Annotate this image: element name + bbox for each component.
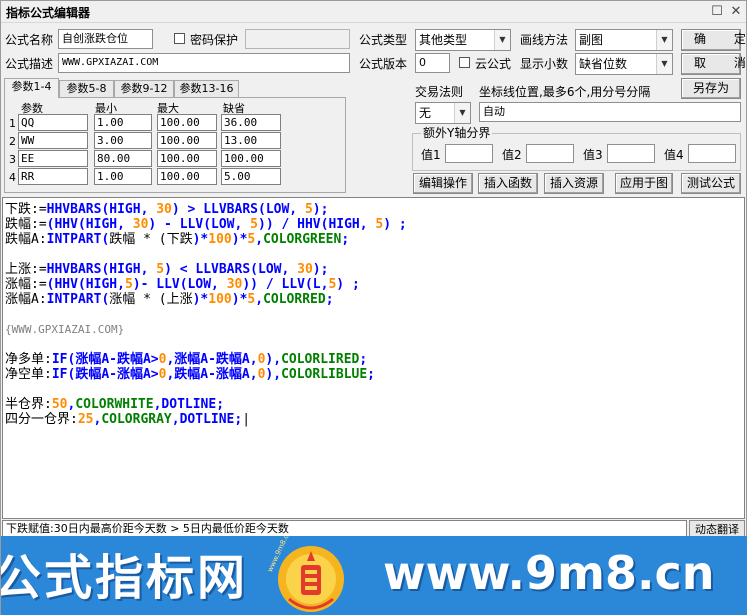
trade-rule-value: 无 [419,106,432,120]
param-min-input[interactable]: 80.00 [94,150,152,167]
title-bar: 指标公式编辑器 ☐ ✕ [1,1,746,23]
yaxis-value1-input[interactable] [445,144,493,163]
close-icon[interactable]: ✕ [728,4,744,20]
test-formula-button[interactable]: 测试公式 [681,173,741,194]
formula-desc-input[interactable]: WWW.GPXIAZAI.COM [58,53,350,73]
cloud-formula-checkbox[interactable] [459,57,470,68]
tab-params-13-16[interactable]: 参数13-16 [174,80,239,97]
formula-type-select[interactable]: 其他类型 ▼ [415,29,511,51]
param-max-input[interactable]: 100.00 [157,114,217,131]
coord-line-label: 坐标线位置,最多6个,用分号分隔 [479,85,651,99]
code-line: 净多单:IF(涨幅A-跌幅A>0,涨幅A-跌幅A,0),COLORLIRED; [5,352,368,367]
code-line: 下跌:=HHVBARS(HIGH, 30) > LLVBARS(LOW, 5); [5,202,329,217]
code-line: 净空单:IF(跌幅A-涨幅A>0,跌幅A-涨幅A,0),COLORLIBLUE; [5,367,375,382]
yaxis-value4-label: 值4 [664,148,684,162]
extra-yaxis-group: 额外Y轴分界 值1 值2 值3 值4 [412,126,741,171]
cancel-button[interactable]: 取 消 [681,53,746,75]
apply-to-chart-button[interactable]: 应用于图 [615,173,673,194]
formula-name-label: 公式名称 [5,33,54,47]
banner-url: www.9m8.cn [383,546,715,600]
param-default-input[interactable]: 5.00 [221,168,281,185]
ok-button[interactable]: 确 定 [681,29,746,51]
code-line: 涨幅A:INTPART(涨幅 * (上涨)*100)*5,COLORRED; [5,292,334,307]
param-min-input[interactable]: 3.00 [94,132,152,149]
param-row-index: 3 [9,153,16,166]
param-default-input[interactable]: 13.00 [221,132,281,149]
param-min-input[interactable]: 1.00 [94,168,152,185]
param-row-index: 1 [9,117,16,130]
yaxis-value3-input[interactable] [607,144,655,163]
code-line: 跌幅:=(HHV(HIGH, 30) - LLV(LOW, 5)) / HHV(… [5,217,407,232]
formula-editor-window: 指标公式编辑器 ☐ ✕ 公式名称 自创涨跌仓位 密码保护 公式类型 其他类型 ▼… [0,0,747,615]
formula-version-label: 公式版本 [359,57,408,71]
param-name-input[interactable]: RR [18,168,88,185]
draw-method-label: 画线方法 [520,33,569,47]
code-line: 上涨:=HHVBARS(HIGH, 5) < LLVBARS(LOW, 30); [5,262,329,277]
tab-params-9-12[interactable]: 参数9-12 [114,80,174,97]
yaxis-value3-label: 值3 [583,148,603,162]
banner-site-name: 公式指标网 [1,550,249,606]
decimal-select[interactable]: 缺省位数 ▼ [575,53,673,75]
yaxis-value4-input[interactable] [688,144,736,163]
cloud-formula-label: 云公式 [475,57,512,71]
insert-resource-button[interactable]: 插入资源 [544,173,604,194]
draw-method-value: 副图 [579,33,604,47]
param-name-input[interactable]: EE [18,150,88,167]
param-default-input[interactable]: 36.00 [221,114,281,131]
param-name-input[interactable]: WW [18,132,88,149]
params-panel: 参数 最小 最大 缺省 1 QQ 1.00 100.00 36.00 2 WW … [4,97,346,193]
coord-line-input[interactable]: 自动 [479,102,741,122]
param-default-input[interactable]: 100.00 [221,150,281,167]
decimal-label: 显示小数 [520,57,569,71]
insert-function-button[interactable]: 插入函数 [478,173,538,194]
formula-type-value: 其他类型 [419,33,468,47]
extra-yaxis-title: 额外Y轴分界 [421,126,493,140]
formula-type-label: 公式类型 [359,33,408,47]
formula-name-input[interactable]: 自创涨跌仓位 [58,29,153,49]
code-line: 跌幅A:INTPART(跌幅 * (下跌)*100)*5,COLORGREEN; [5,232,350,247]
window-title: 指标公式编辑器 [6,6,91,20]
yaxis-value1-label: 值1 [421,148,441,162]
param-max-input[interactable]: 100.00 [157,150,217,167]
tab-params-5-8[interactable]: 参数5-8 [59,80,114,97]
code-line: 半仓界:50,COLORWHITE,DOTLINE; [5,397,225,412]
param-row-index: 2 [9,135,16,148]
chevron-down-icon: ▼ [454,103,470,123]
yaxis-value2-label: 值2 [502,148,522,162]
param-name-input[interactable]: QQ [18,114,88,131]
save-as-button[interactable]: 另存为 [681,78,741,99]
trade-rule-select[interactable]: 无 ▼ [415,102,471,124]
param-max-input[interactable]: 100.00 [157,168,217,185]
tab-params-1-4[interactable]: 参数1-4 [4,78,59,98]
password-input[interactable] [245,29,350,49]
chevron-down-icon: ▼ [656,30,672,50]
param-max-input[interactable]: 100.00 [157,132,217,149]
formula-version-input[interactable]: 0 [415,53,450,73]
code-line: 涨幅:=(HHV(HIGH,5)- LLV(LOW, 30)) / LLV(L,… [5,277,360,292]
password-label: 密码保护 [190,33,239,47]
param-row-index: 4 [9,171,16,184]
code-comment: {WWW.GPXIAZAI.COM} [5,323,125,336]
trade-rule-label: 交易法则 [415,85,464,99]
formula-code-editor[interactable]: 下跌:=HHVBARS(HIGH, 30) > LLVBARS(LOW, 5);… [2,197,745,519]
chevron-down-icon: ▼ [656,54,672,74]
password-checkbox[interactable] [174,33,185,44]
restore-icon[interactable]: ☐ [709,4,725,20]
decimal-value: 缺省位数 [579,57,628,71]
param-min-input[interactable]: 1.00 [94,114,152,131]
edit-operation-button[interactable]: 编辑操作 [413,173,473,194]
formula-desc-label: 公式描述 [5,57,54,71]
watermark-banner: 公式指标网 www.9m8.cn www.9m8.cn [1,536,747,615]
chevron-down-icon: ▼ [494,30,510,50]
draw-method-select[interactable]: 副图 ▼ [575,29,673,51]
yaxis-value2-input[interactable] [526,144,574,163]
code-line: 四分一仓界:25,COLORGRAY,DOTLINE;| [5,412,251,427]
